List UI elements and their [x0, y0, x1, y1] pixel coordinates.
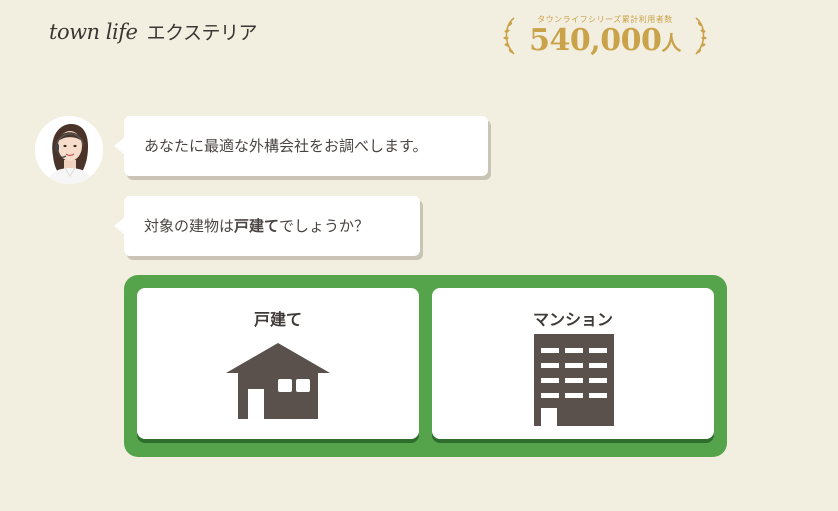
logo[interactable]: town life エクステリア — [49, 18, 258, 45]
chat-bubble-1: あなたに最適な外構会社をお調べします。 — [114, 116, 488, 176]
user-count-badge: タウンライフシリーズ累計利用者数 540,000人 — [498, 8, 712, 60]
logo-brand: town life — [49, 20, 138, 44]
chat-message-1: あなたに最適な外構会社をお調べします。 — [144, 137, 428, 155]
chat-message-2: 対象の建物は戸建てでしょうか？ — [144, 216, 369, 236]
operator-avatar — [35, 116, 103, 184]
building-type-options: 戸建て マンション — [124, 275, 727, 457]
badge-count-number: 540,000 — [529, 23, 662, 58]
laurel-right-icon — [695, 17, 707, 55]
badge-count-unit: 人 — [661, 31, 681, 55]
option-apartment-button[interactable]: マンション — [432, 288, 714, 439]
option-detached-house-label: 戸建て — [253, 310, 302, 329]
building-icon — [534, 334, 614, 426]
header: town life エクステリア タウンライフシリーズ累計利用者数 540,00… — [0, 0, 838, 70]
chat-message-2-suffix: でしょうか？ — [279, 217, 370, 235]
chat-message-2-prefix: 対象の建物は — [144, 217, 235, 235]
chat-bubble-2: 対象の建物は戸建てでしょうか？ — [114, 196, 420, 256]
operator-avatar-icon — [35, 116, 103, 184]
logo-subtitle: エクステリア — [146, 22, 258, 44]
option-detached-house-button[interactable]: 戸建て — [137, 288, 419, 439]
chat-message-2-emphasis: 戸建て — [234, 217, 280, 235]
badge-count: 540,000人 — [498, 24, 712, 60]
house-icon — [226, 343, 330, 419]
option-apartment-label: マンション — [532, 310, 613, 329]
